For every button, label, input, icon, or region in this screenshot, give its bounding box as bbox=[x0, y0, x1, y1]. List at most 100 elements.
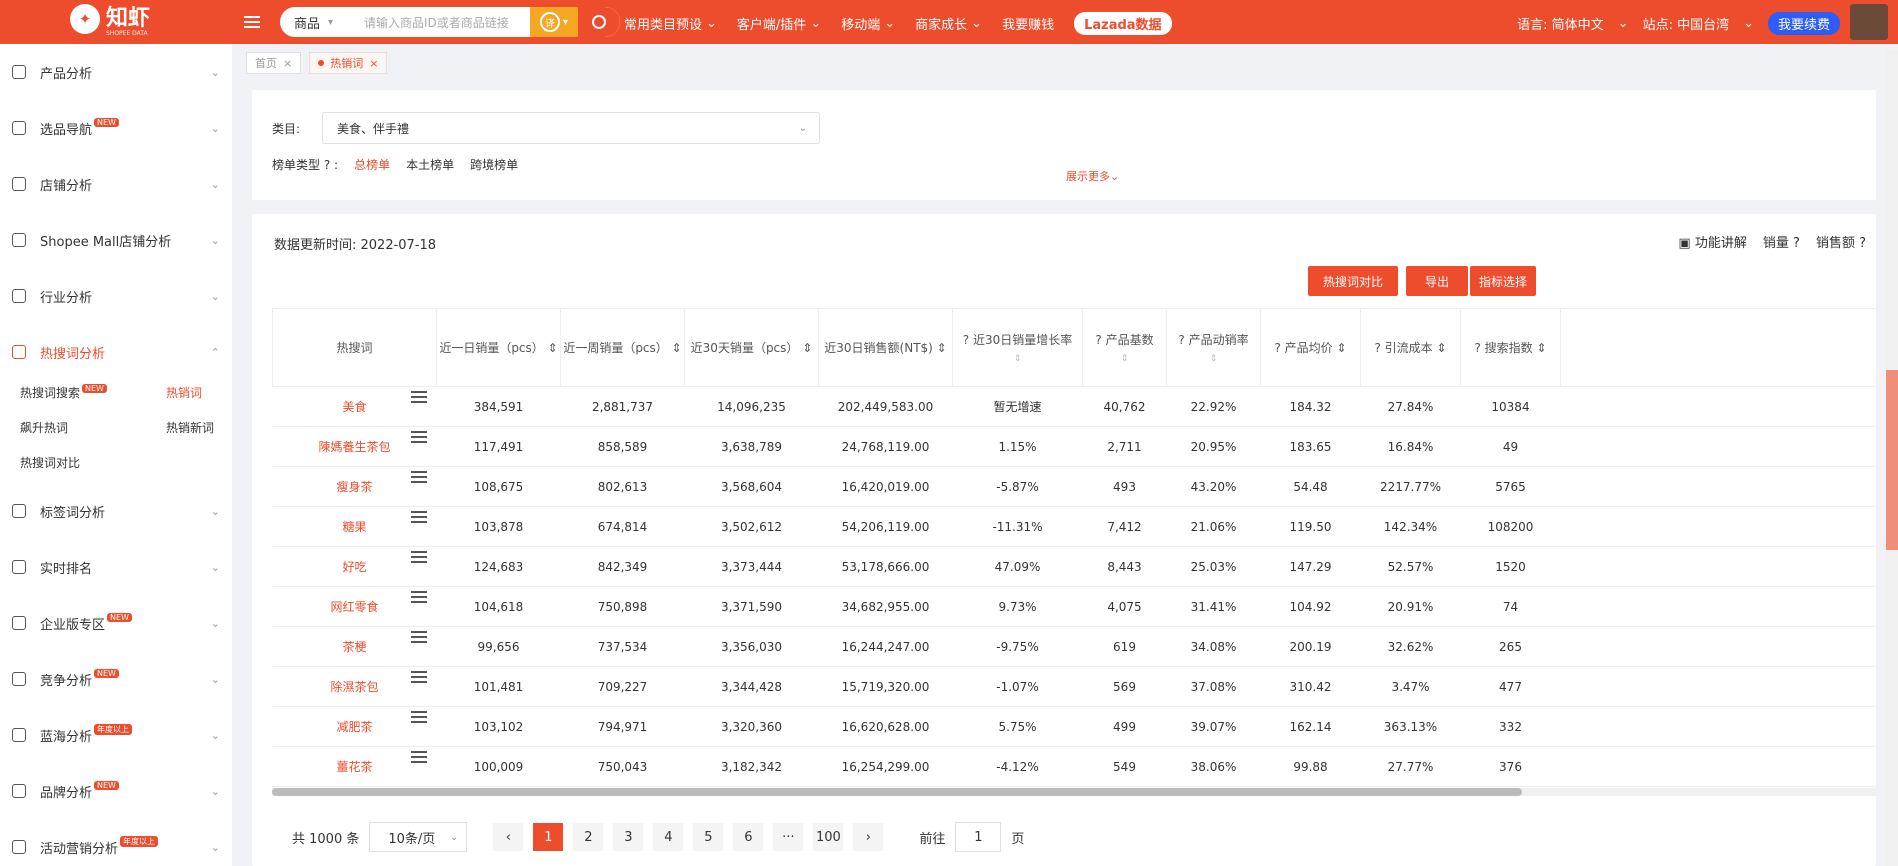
sort-icon[interactable]: ⇕ bbox=[1536, 341, 1546, 355]
vertical-scrollbar[interactable] bbox=[1886, 50, 1898, 866]
rank-type-local[interactable]: 本土榜单 bbox=[406, 156, 454, 173]
site-select[interactable]: 站点: 中国台湾 bbox=[1643, 14, 1730, 33]
help-icon[interactable]: ? bbox=[324, 158, 330, 172]
prev-page-button[interactable]: ‹ bbox=[493, 823, 524, 851]
keyword-label[interactable]: 好吃 bbox=[342, 560, 366, 574]
page-button[interactable]: 6 bbox=[733, 823, 764, 851]
sort-icon[interactable]: ⇕ bbox=[548, 341, 558, 355]
sidebar-item-shop-analysis[interactable]: 店铺分析 ⌄ bbox=[0, 156, 232, 212]
horizontal-scrollbar[interactable] bbox=[272, 788, 1876, 796]
tab-hot-sale-words[interactable]: 热销词 × bbox=[309, 52, 388, 74]
keyword-cell[interactable]: 糖果 bbox=[272, 506, 437, 547]
column-header[interactable]: ? 产品基数 ⇕ bbox=[1082, 308, 1167, 387]
sidebar-item-industry-analysis[interactable]: 行业分析 ⌄ bbox=[0, 268, 232, 324]
sidebar-item-hot-search[interactable]: 热搜词分析 ⌃ bbox=[0, 324, 232, 380]
page-button[interactable]: 1 bbox=[533, 823, 564, 851]
page-button[interactable]: 100 bbox=[813, 823, 844, 851]
sidebar-item-brand[interactable]: 品牌分析 NEW ⌄ bbox=[0, 763, 232, 819]
keyword-cell[interactable]: 减肥茶 bbox=[272, 706, 437, 747]
keyword-label[interactable]: 减肥茶 bbox=[336, 720, 372, 734]
next-page-button[interactable]: › bbox=[853, 823, 884, 851]
submenu-new-hot-words[interactable]: 热销新词 bbox=[166, 419, 232, 436]
rank-type-total[interactable]: 总榜单 bbox=[354, 156, 390, 173]
column-header[interactable]: 近一周销量（pcs） ⇕ bbox=[560, 308, 685, 387]
translate-button[interactable]: 译 ▾ bbox=[530, 7, 578, 37]
search-input[interactable]: 请输入商品ID或者商品链接 bbox=[364, 14, 530, 31]
feature-guide-link[interactable]: ▣ 功能讲解 bbox=[1678, 232, 1746, 251]
show-more-link[interactable]: 展示更多⌄ bbox=[1066, 168, 1119, 184]
keyword-cell[interactable]: 除濕茶包 bbox=[272, 666, 437, 707]
submenu-rising-words[interactable]: 飙升热词 bbox=[20, 419, 166, 436]
page-size-select[interactable]: 10条/页 ⌄ bbox=[369, 822, 468, 852]
column-header[interactable]: ? 搜索指数 ⇕ bbox=[1460, 308, 1561, 387]
keyword-label[interactable]: 除濕茶包 bbox=[330, 680, 378, 694]
keyword-label[interactable]: 茶梗 bbox=[342, 640, 366, 654]
lazada-data-button[interactable]: Lazada数据 bbox=[1074, 12, 1172, 35]
language-select[interactable]: 语言: 简体中文 bbox=[1517, 14, 1604, 33]
nav-category-presets[interactable]: 常用类目预设 ⌄ bbox=[624, 14, 717, 33]
keyword-cell[interactable]: 薑花茶 bbox=[272, 746, 437, 787]
keyword-label[interactable]: 美食 bbox=[342, 400, 366, 414]
column-header[interactable]: 近一日销量（pcs） ⇕ bbox=[436, 308, 561, 387]
sort-icon[interactable]: ⇕ bbox=[1336, 341, 1346, 355]
menu-icon[interactable] bbox=[410, 591, 427, 603]
nav-client-plugin[interactable]: 客户端/插件 ⌄ bbox=[737, 14, 821, 33]
column-header[interactable]: ? 引流成本 ⇕ bbox=[1360, 308, 1461, 387]
scrollbar-thumb[interactable] bbox=[1886, 370, 1898, 550]
sidebar-item-mall-analysis[interactable]: Shopee Mall店铺分析 ⌄ bbox=[0, 212, 232, 268]
keyword-cell[interactable]: 好吃 bbox=[272, 546, 437, 587]
sort-icon[interactable]: ⇕ bbox=[1436, 341, 1446, 355]
sidebar-item-blue-ocean[interactable]: 蓝海分析 年度以上 ⌄ bbox=[0, 707, 232, 763]
sidebar-item-enterprise[interactable]: 企业版专区 NEW ⌄ bbox=[0, 595, 232, 651]
keyword-label[interactable]: 薑花茶 bbox=[336, 760, 372, 774]
avatar[interactable] bbox=[1850, 4, 1888, 40]
sidebar-item-selection-nav[interactable]: 选品导航 NEW ⌄ bbox=[0, 100, 232, 156]
keyword-cell[interactable]: 网红零食 bbox=[272, 586, 437, 627]
sidebar-item-campaign[interactable]: 活动营销分析 年度以上 ⌄ bbox=[0, 819, 232, 866]
sort-icon[interactable]: ⇕ bbox=[1167, 354, 1260, 364]
menu-toggle-icon[interactable] bbox=[244, 12, 264, 32]
export-button[interactable]: 导出 bbox=[1406, 266, 1468, 296]
keyword-label[interactable]: 瘦身茶 bbox=[336, 480, 372, 494]
sort-icon[interactable]: ⇕ bbox=[953, 354, 1082, 364]
menu-icon[interactable] bbox=[410, 671, 427, 683]
nav-mobile[interactable]: 移动端 ⌄ bbox=[841, 14, 895, 33]
close-icon[interactable]: × bbox=[283, 57, 292, 70]
sidebar-item-tag-words[interactable]: 标签词分析 ⌄ bbox=[0, 483, 232, 539]
keyword-cell[interactable]: 茶梗 bbox=[272, 626, 437, 667]
page-ellipsis-button[interactable]: ··· bbox=[773, 823, 804, 851]
submenu-hot-sale-words[interactable]: 热销词 bbox=[166, 384, 232, 401]
search-button[interactable] bbox=[578, 7, 620, 37]
submenu-compare-words[interactable]: 热搜词对比 bbox=[20, 454, 166, 471]
column-header[interactable]: ? 近30日销量增长率 ⇕ bbox=[952, 308, 1083, 387]
menu-icon[interactable] bbox=[410, 711, 427, 723]
page-button[interactable]: 2 bbox=[573, 823, 604, 851]
menu-icon[interactable] bbox=[410, 631, 427, 643]
menu-icon[interactable] bbox=[410, 551, 427, 563]
logo[interactable]: ✦ 知虾 SHOPEE DATA bbox=[70, 4, 150, 37]
search-category-select[interactable]: 商品 ▾ bbox=[280, 13, 364, 32]
page-button[interactable]: 5 bbox=[693, 823, 724, 851]
menu-icon[interactable] bbox=[410, 431, 427, 443]
sort-icon[interactable]: ⇕ bbox=[672, 341, 682, 355]
rank-type-crossborder[interactable]: 跨境榜单 bbox=[470, 156, 518, 173]
sidebar-item-product-analysis[interactable]: 产品分析 ⌄ bbox=[0, 44, 232, 100]
sort-icon[interactable]: ⇕ bbox=[937, 341, 947, 355]
goto-page-input[interactable]: 1 bbox=[955, 822, 1002, 852]
menu-icon[interactable] bbox=[410, 511, 427, 523]
metric-select-button[interactable]: 指标选择 bbox=[1470, 266, 1536, 296]
nav-earn-money[interactable]: 我要赚钱 bbox=[1002, 14, 1054, 33]
sort-icon[interactable]: ⇕ bbox=[802, 341, 812, 355]
sales-volume-help[interactable]: 销量 ? bbox=[1763, 232, 1800, 251]
nav-merchant-growth[interactable]: 商家成长 ⌄ bbox=[915, 14, 982, 33]
column-header[interactable]: ? 产品均价 ⇕ bbox=[1260, 308, 1361, 387]
category-select[interactable]: 美食、伴手禮 ⌄ bbox=[322, 112, 820, 144]
compare-words-button[interactable]: 热搜词对比 bbox=[1308, 266, 1398, 296]
page-button[interactable]: 4 bbox=[653, 823, 684, 851]
submenu-hot-search-query[interactable]: 热搜词搜索 NEW bbox=[20, 384, 166, 401]
sort-icon[interactable]: ⇕ bbox=[1083, 354, 1166, 364]
tab-home[interactable]: 首页 × bbox=[246, 52, 302, 74]
keyword-cell[interactable]: 美食 bbox=[272, 386, 437, 427]
keyword-label[interactable]: 糖果 bbox=[342, 520, 366, 534]
column-header[interactable]: 近30天销量（pcs） ⇕ bbox=[684, 308, 819, 387]
